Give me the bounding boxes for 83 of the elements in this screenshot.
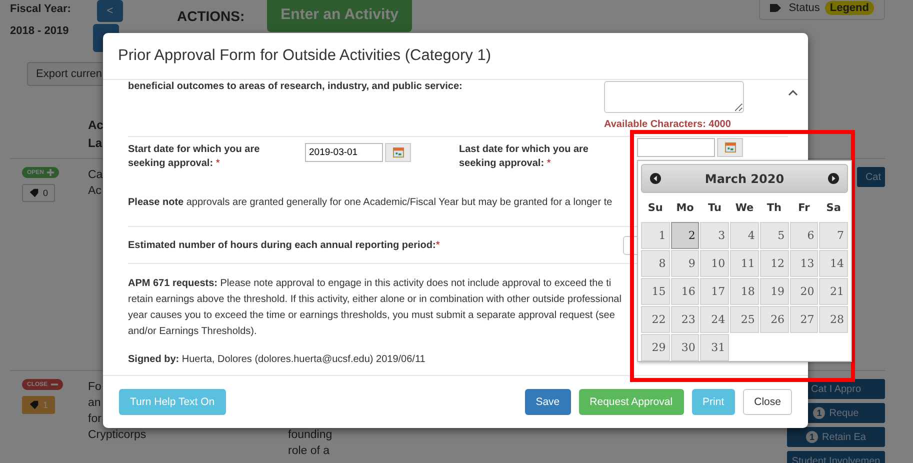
- fiscal-year: 2018 - 2019: [10, 25, 70, 37]
- column-header: Ac: [88, 118, 104, 132]
- minus-icon: [50, 381, 58, 388]
- activity-text: an: [88, 396, 101, 411]
- calendar-day[interactable]: 16: [670, 278, 700, 305]
- calendar-day[interactable]: 22: [641, 306, 670, 333]
- weekday-label: We: [734, 201, 755, 216]
- calendar-day[interactable]: 4: [730, 222, 759, 249]
- weekday-label: Mo: [675, 201, 695, 216]
- legend-badge[interactable]: Legend: [824, 1, 874, 15]
- activity-text: Fo: [88, 380, 102, 395]
- calendar-day[interactable]: 15: [641, 278, 670, 305]
- calendar-day[interactable]: 10: [700, 250, 730, 277]
- available-characters: Available Characters: 4000: [604, 119, 732, 130]
- weekday-label: Fr: [797, 201, 811, 216]
- calendar-day[interactable]: 28: [819, 306, 848, 333]
- tag-icon: [29, 188, 39, 198]
- next-month-icon[interactable]: [828, 173, 839, 184]
- note-text: Please note approvals are granted generally for one Academic/Fiscal Year but may be granted for a longer te: [128, 197, 612, 210]
- calendar-day[interactable]: 31: [700, 334, 730, 361]
- weekday-label: Tu: [707, 201, 723, 216]
- calendar-icon: [724, 142, 736, 153]
- activity-text: Crypticorps: [88, 428, 146, 443]
- calendar-button[interactable]: [385, 143, 411, 162]
- status-label: Status: [788, 2, 820, 14]
- calendar-day[interactable]: 26: [760, 306, 789, 333]
- actions-label: ACTIONS:: [177, 8, 245, 24]
- calendar-day[interactable]: 29: [641, 334, 670, 361]
- start-date-field[interactable]: 2019-03-01: [305, 143, 383, 162]
- footer-button[interactable]: Close: [743, 389, 792, 415]
- apm-notice: APM 671 requests: Please note approval to engage in this activity does not include approval to exceed the ti retain earnings above the threshold. If this activity, either alone or in combination with other outside professional year causes you to exceed the time or earnings thresholds, you must submit a separate approval request (see and/or Earnings Thresholds).: [128, 277, 622, 339]
- calendar-day[interactable]: 17: [700, 278, 730, 305]
- calendar-day[interactable]: 20: [790, 278, 818, 305]
- calendar-day[interactable]: 12: [760, 250, 789, 277]
- calendar-day[interactable]: 11: [730, 250, 759, 277]
- calendar-day[interactable]: 27: [790, 306, 818, 333]
- calendar-day[interactable]: 6: [790, 222, 818, 249]
- calendar-icon: [392, 147, 404, 158]
- scroll-up-icon[interactable]: [788, 90, 798, 96]
- calendar-day[interactable]: 23: [670, 306, 700, 333]
- tag-icon: [29, 400, 39, 410]
- calendar-day[interactable]: 9: [670, 250, 700, 277]
- calendar-day[interactable]: 30: [670, 334, 700, 361]
- calendar-day[interactable]: 18: [730, 278, 759, 305]
- activity-text: for: [88, 412, 102, 427]
- field-label: Last date for which you are seeking approval: *: [459, 143, 590, 171]
- footer-button[interactable]: Save: [524, 389, 571, 415]
- calendar-day[interactable]: 8: [641, 250, 670, 277]
- fiscal-year-label: Fiscal Year:: [10, 3, 72, 15]
- last-date-field[interactable]: [637, 138, 715, 157]
- weekday-label: Th: [766, 201, 783, 216]
- count-badge: 1: [806, 431, 818, 443]
- activity-text: Ca: [88, 168, 103, 183]
- calendar-day[interactable]: 7: [819, 222, 848, 249]
- field-label: beneficial outcomes to areas of research, industry, and public service:: [128, 81, 462, 92]
- calendar-day[interactable]: 24: [700, 306, 730, 333]
- modal-title: Prior Approval Form for Outside Activities (Category 1): [118, 47, 491, 65]
- text-area[interactable]: [604, 81, 744, 113]
- field-label: Start date for which you are seeking approval: *: [128, 143, 261, 171]
- activity-text: Ac: [88, 184, 102, 199]
- count-badge: 1: [813, 407, 826, 419]
- calendar-day[interactable]: 5: [760, 222, 789, 249]
- month-title: March 2020: [704, 172, 784, 186]
- activity-text: role of a: [288, 444, 330, 459]
- calendar-day[interactable]: 2: [670, 222, 700, 249]
- calendar-day[interactable]: 3: [700, 222, 730, 249]
- weekday-label: Su: [646, 201, 664, 216]
- activity-text: founding: [288, 428, 332, 443]
- field-label: Estimated number of hours during each annual reporting period:*: [128, 240, 440, 250]
- tag-count-badge[interactable]: 0: [22, 184, 56, 202]
- previous-month-icon[interactable]: [650, 173, 661, 184]
- calendar-day[interactable]: 19: [760, 278, 789, 305]
- column-header: La: [88, 136, 102, 150]
- signed-by-text: Signed by: Huerta, Dolores (dolores.huerta@ucsf.edu) 2019/06/11: [128, 354, 426, 365]
- calendar-button[interactable]: [717, 138, 743, 157]
- calendar-day[interactable]: 21: [819, 278, 848, 305]
- plus-icon: [47, 169, 54, 176]
- calendar-day[interactable]: 13: [790, 250, 818, 277]
- calendar-day[interactable]: 1: [641, 222, 670, 249]
- weekday-label: Sa: [825, 201, 842, 216]
- tags-icon: [770, 3, 784, 13]
- calendar-day[interactable]: 14: [819, 250, 848, 277]
- calendar-day[interactable]: 25: [730, 306, 759, 333]
